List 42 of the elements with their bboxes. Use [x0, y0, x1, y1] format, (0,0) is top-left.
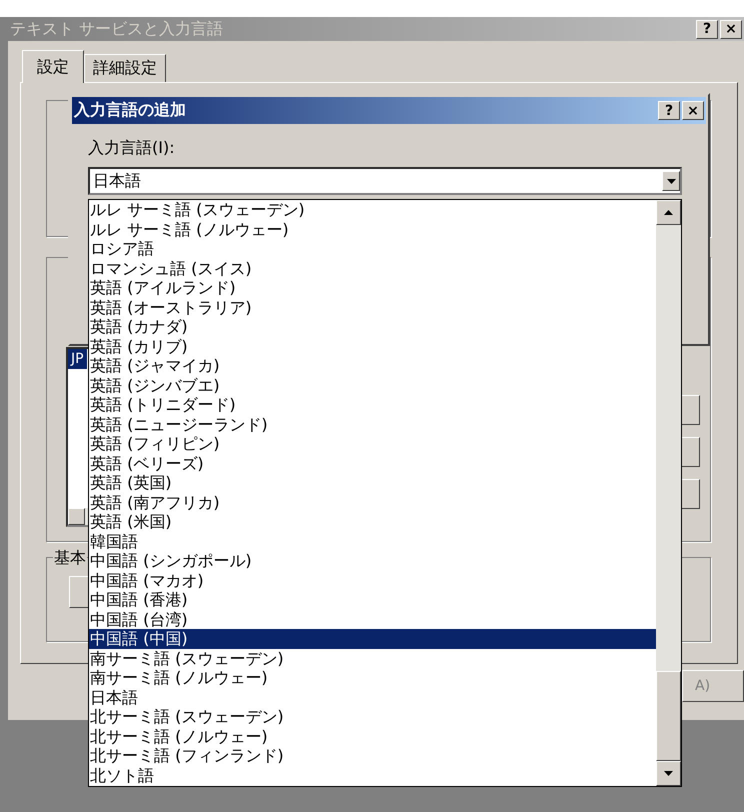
dropdown-item[interactable]: 中国語 (シンガポール): [89, 551, 656, 570]
title-text: 入力言語の追加: [74, 100, 186, 121]
scroll-thumb[interactable]: [656, 671, 681, 761]
dropdown-item[interactable]: 英語 (トリニダード): [89, 395, 656, 414]
dropdown-item[interactable]: 英語 (カナダ): [89, 317, 656, 336]
dropdown-item[interactable]: 北ソト語: [89, 766, 656, 785]
list-item[interactable]: JP: [68, 349, 87, 369]
dropdown-item[interactable]: 中国語 (香港): [89, 590, 656, 610]
dropdown-item[interactable]: 北サーミ語 (ノルウェー): [89, 726, 656, 746]
dropdown-item[interactable]: 英語 (オーストラリア): [89, 298, 656, 317]
dropdown-item[interactable]: 英語 (米国): [89, 512, 656, 532]
dropdown-item[interactable]: 英語 (英国): [89, 473, 656, 492]
close-button[interactable]: ×: [682, 101, 704, 120]
dropdown-item[interactable]: 北サーミ語 (フィンランド): [89, 746, 656, 766]
tab[interactable]: 設定: [22, 50, 84, 83]
dropdown-item[interactable]: 中国語 (台湾): [89, 610, 656, 629]
dropdown-item[interactable]: 日本語: [89, 688, 656, 707]
dropdown-item[interactable]: 英語 (カリブ): [89, 336, 656, 356]
vertical-scrollbar[interactable]: [656, 200, 681, 786]
combo-value: 日本語: [92, 170, 141, 192]
language-combo-box[interactable]: 日本語: [88, 167, 682, 195]
dropdown-item[interactable]: ルレ サーミ語 (ノルウェー): [89, 220, 656, 239]
help-button[interactable]: ?: [658, 101, 680, 120]
dropdown-item[interactable]: 英語 (南アフリカ): [89, 492, 656, 512]
dropdown-item[interactable]: ルレ サーミ語 (スウェーデン): [89, 200, 656, 220]
dropdown-item[interactable]: ロマンシュ語 (スイス): [89, 258, 656, 278]
tab[interactable]: 詳細設定: [84, 54, 166, 82]
dropdown-item[interactable]: 中国語 (中国): [89, 629, 656, 648]
dropdown-item[interactable]: 英語 (ジャマイカ): [89, 356, 656, 376]
dropdown-item[interactable]: 韓国語: [89, 532, 656, 551]
title-text: テキスト サービスと入力言語: [10, 18, 224, 40]
dropdown-item[interactable]: 英語 (ジンバブエ): [89, 376, 656, 395]
dropdown-item[interactable]: ロシア語: [89, 239, 656, 258]
dropdown-item[interactable]: 中国語 (マカオ): [89, 570, 656, 590]
dropdown-item[interactable]: 英語 (フィリピン): [89, 434, 656, 454]
dropdown-item[interactable]: 北サーミ語 (スウェーデン): [89, 707, 656, 726]
field-label: 入力言語(I):: [88, 138, 175, 159]
dropdown-item[interactable]: 英語 (アイルランド): [89, 278, 656, 298]
dropdown-item[interactable]: 南サーミ語 (スウェーデン): [89, 648, 656, 668]
dropdown-item[interactable]: 南サーミ語 (ノルウェー): [89, 668, 656, 688]
dropdown-item[interactable]: 英語 (ベリーズ): [89, 454, 656, 473]
dropdown-item[interactable]: 英語 (ニュージーランド): [89, 414, 656, 434]
